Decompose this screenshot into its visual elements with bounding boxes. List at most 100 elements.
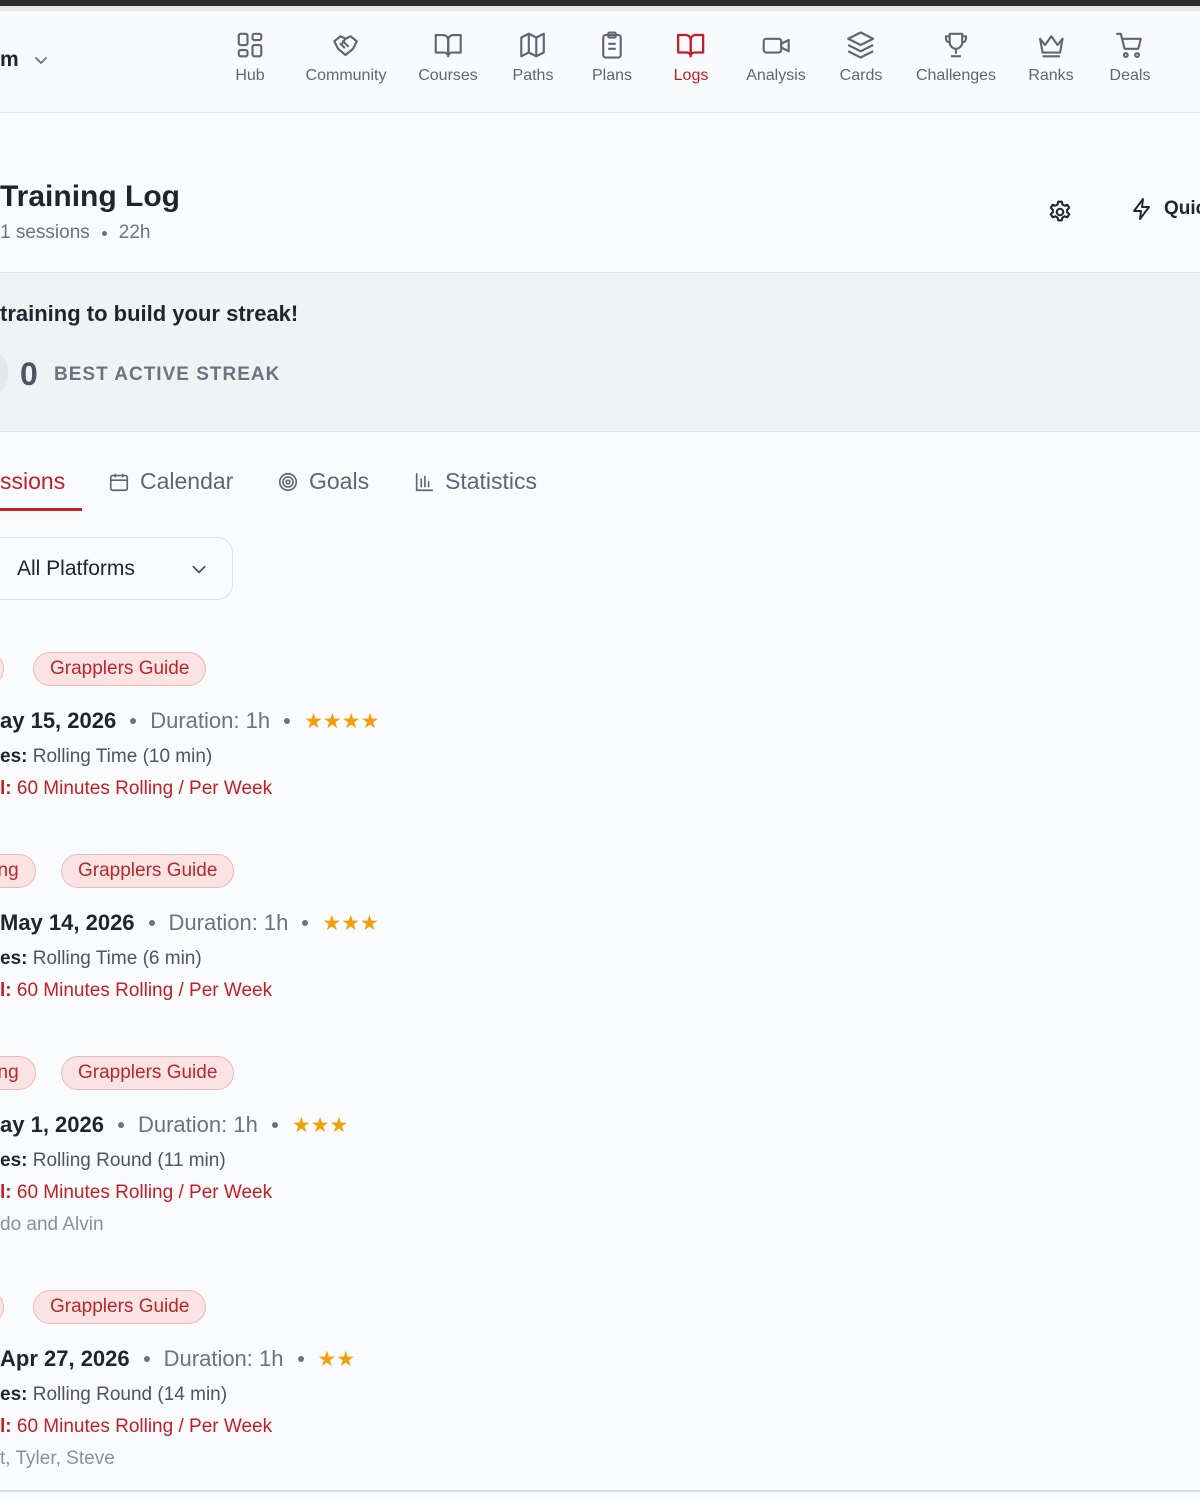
platform-filter-value: All Platforms <box>17 556 135 580</box>
session-duration: Duration: 1h <box>137 1112 258 1137</box>
tab-label: Statistics <box>445 468 538 494</box>
brand-label: m <box>0 48 19 71</box>
session-goal: l: 60 Minutes Rolling / Per Week <box>0 980 272 1002</box>
grid-icon <box>234 29 266 61</box>
goal-value: 60 Minutes Rolling / Per Week <box>16 778 273 799</box>
nav-item-courses[interactable]: Courses <box>418 29 478 85</box>
session-duration: Duration: 1h <box>163 1346 284 1371</box>
crown-icon <box>1035 29 1067 61</box>
tab-label: Calendar <box>140 468 234 494</box>
separator-dot <box>302 920 309 926</box>
active-tab-indicator <box>0 508 82 511</box>
quick-log-button[interactable]: Quic <box>1130 197 1200 221</box>
tab-label: ssions <box>0 468 66 494</box>
activities-value: Rolling Time (10 min) <box>32 746 213 767</box>
session-date: ay 1, 2026 <box>0 1112 104 1137</box>
platform-tag: Grapplers Guide <box>33 1290 207 1324</box>
goal-value: 60 Minutes Rolling / Per Week <box>16 1416 273 1437</box>
separator-dot <box>130 718 137 724</box>
nav-item-label: Hub <box>235 67 265 84</box>
platform-tag: Grapplers Guide <box>61 1056 235 1090</box>
nav-item-label: Courses <box>418 67 478 84</box>
nav-item-label: Ranks <box>1028 67 1074 84</box>
nav-item-cards[interactable]: Cards <box>840 29 882 85</box>
nav-item-paths[interactable]: Paths <box>512 29 554 85</box>
platform-tag: Grapplers Guide <box>61 854 235 888</box>
session-meta: ay 15, 2026 Duration: 1h ★★★★ <box>0 708 379 734</box>
nav-item-hub[interactable]: Hub <box>234 29 266 85</box>
nav-item-label: Community <box>305 67 387 84</box>
layers-icon <box>845 29 877 61</box>
book-open-icon <box>432 29 464 61</box>
nav-item-logs[interactable]: Logs <box>674 29 708 85</box>
session-count: 1 sessions <box>0 222 90 243</box>
tab-calendar[interactable]: Calendar <box>108 468 233 495</box>
goal-value: 60 Minutes Rolling / Per Week <box>16 980 273 1001</box>
session-date: ay 15, 2026 <box>0 708 117 733</box>
session-type-tag: ring <box>0 1056 36 1090</box>
goal-key: l: <box>0 1182 12 1203</box>
window-bottom-border <box>0 1490 1200 1492</box>
lightning-icon <box>1133 198 1150 220</box>
nav-item-plans[interactable]: Plans <box>592 29 632 85</box>
bar-chart-icon <box>415 472 434 491</box>
nav-item-challenges[interactable]: Challenges <box>916 29 996 85</box>
calendar-icon <box>109 473 129 491</box>
platform-tag: Grapplers Guide <box>33 652 207 686</box>
streak-badge <box>0 351 8 395</box>
session-duration: Duration: 1h <box>168 910 289 935</box>
tab-sessions[interactable]: ssions <box>0 468 65 495</box>
activities-key: es: <box>0 948 28 969</box>
activities-value: Rolling Round (11 min) <box>32 1150 226 1171</box>
nav-item-label: Paths <box>512 67 554 84</box>
nav-item-label: Analysis <box>746 67 806 84</box>
separator-dot <box>297 1356 304 1362</box>
video-icon <box>760 29 792 61</box>
settings-button[interactable] <box>1046 198 1074 226</box>
quick-log-label: Quic <box>1164 198 1200 219</box>
star-rating: ★★ <box>317 1347 356 1371</box>
page-title: Training Log <box>0 180 180 213</box>
streak-message: training to build your streak! <box>0 301 299 326</box>
activities-key: es: <box>0 746 28 767</box>
separator-dot <box>143 1356 150 1362</box>
total-hours: 22h <box>118 222 151 243</box>
tab-statistics[interactable]: Statistics <box>413 468 537 495</box>
brand-switcher[interactable]: m <box>0 48 49 72</box>
goal-value: 60 Minutes Rolling / Per Week <box>16 1182 273 1203</box>
session-partners: t, Tyler, Steve <box>0 1448 115 1469</box>
handshake-icon <box>330 29 362 61</box>
map-icon <box>517 29 549 61</box>
session-partners: do and Alvin <box>0 1214 104 1235</box>
session-activities: es: Rolling Round (14 min) <box>0 1384 227 1406</box>
session-meta: ay 1, 2026 Duration: 1h ★★★ <box>0 1112 348 1138</box>
tab-goals[interactable]: Goals <box>277 468 369 495</box>
star-rating: ★★★ <box>291 1113 349 1137</box>
goal-key: l: <box>0 778 12 799</box>
session-meta: Apr 27, 2026 Duration: 1h ★★ <box>0 1346 355 1372</box>
nav-item-label: Plans <box>591 67 633 84</box>
streak-banner: training to build your streak! 0 BEST AC… <box>0 272 1200 432</box>
separator-dot <box>117 1122 124 1128</box>
session-goal: l: 60 Minutes Rolling / Per Week <box>0 1416 272 1438</box>
book-open-icon <box>675 29 707 61</box>
nav-item-deals[interactable]: Deals <box>1110 29 1150 85</box>
goal-key: l: <box>0 980 12 1001</box>
nav-item-analysis[interactable]: Analysis <box>746 29 806 85</box>
page-subtitle: 1 sessions 22h <box>0 222 150 244</box>
session-meta: May 14, 2026 Duration: 1h ★★★ <box>0 910 379 936</box>
session-goal: l: 60 Minutes Rolling / Per Week <box>0 1182 272 1204</box>
activities-value: Rolling Time (6 min) <box>32 948 202 969</box>
platform-filter-select[interactable]: All Platforms <box>0 537 233 600</box>
goal-key: l: <box>0 1416 12 1437</box>
session-activities: es: Rolling Time (6 min) <box>0 948 202 970</box>
streak-label: BEST ACTIVE STREAK <box>54 364 281 385</box>
nav-item-community[interactable]: Community <box>305 29 387 85</box>
activities-value: Rolling Round (14 min) <box>32 1384 228 1405</box>
nav-item-label: Challenges <box>915 67 997 84</box>
separator-dot <box>271 1122 278 1128</box>
nav-item-ranks[interactable]: Ranks <box>1028 29 1074 85</box>
separator-dot <box>101 230 107 236</box>
session-type-tag: s <box>0 1290 4 1324</box>
session-type-tag: ring <box>0 854 36 888</box>
